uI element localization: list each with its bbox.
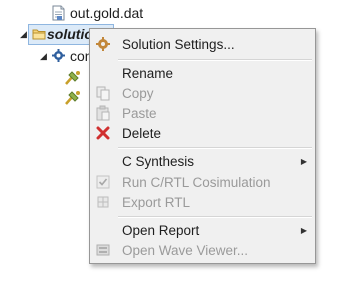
menu-item-label: Copy xyxy=(122,85,154,101)
delete-icon xyxy=(96,126,110,140)
file-icon xyxy=(52,5,65,21)
menu-item-copy[interactable]: Copy xyxy=(90,83,315,103)
tree-item-label: out.gold.dat xyxy=(70,5,144,21)
menu-item-paste[interactable]: Paste xyxy=(90,103,315,123)
folder-icon xyxy=(32,29,46,39)
paste-icon xyxy=(96,105,110,121)
settings-icon xyxy=(96,37,110,51)
menu-item-label: Run C/RTL Cosimulation xyxy=(122,174,271,190)
menu-item-open-wave-viewer[interactable]: Open Wave Viewer... xyxy=(90,240,315,260)
menu-item-rename[interactable]: Rename xyxy=(90,63,315,83)
menu-separator xyxy=(118,216,312,218)
menu-item-export-rtl[interactable]: Export RTL xyxy=(90,192,315,212)
gear-icon xyxy=(52,49,65,62)
menu-item-label: Open Report xyxy=(122,222,200,238)
menu-item-label: Paste xyxy=(122,105,157,121)
menu-item-label: Rename xyxy=(122,65,174,81)
submenu-arrow-icon: ▶ xyxy=(300,156,307,166)
context-menu: Solution Settings... Rename Copy Paste D… xyxy=(89,28,316,264)
menu-item-delete[interactable]: Delete xyxy=(90,123,315,143)
directive-icon xyxy=(65,71,80,85)
directive-icon xyxy=(65,91,80,105)
menu-item-open-report[interactable]: Open Report ▶ xyxy=(90,220,315,240)
copy-icon xyxy=(96,86,110,101)
menu-item-label: Delete xyxy=(122,125,162,141)
menu-item-label: Open Wave Viewer... xyxy=(122,242,249,258)
collapse-triangle-icon[interactable]: ◢ xyxy=(40,51,47,62)
wave-viewer-icon xyxy=(96,244,110,256)
menu-item-solution-settings[interactable]: Solution Settings... xyxy=(90,34,315,54)
collapse-triangle-icon[interactable]: ◢ xyxy=(20,29,27,40)
menu-item-run-cosimulation[interactable]: Run C/RTL Cosimulation xyxy=(90,172,315,192)
checkmark-icon xyxy=(96,175,110,189)
submenu-arrow-icon: ▶ xyxy=(300,225,307,235)
menu-separator xyxy=(118,147,312,149)
export-icon xyxy=(97,196,109,208)
menu-item-label: Solution Settings... xyxy=(122,36,235,52)
menu-separator xyxy=(118,59,312,61)
menu-item-c-synthesis[interactable]: C Synthesis ▶ xyxy=(90,151,315,171)
menu-item-label: C Synthesis xyxy=(122,153,195,169)
menu-item-label: Export RTL xyxy=(122,194,191,210)
